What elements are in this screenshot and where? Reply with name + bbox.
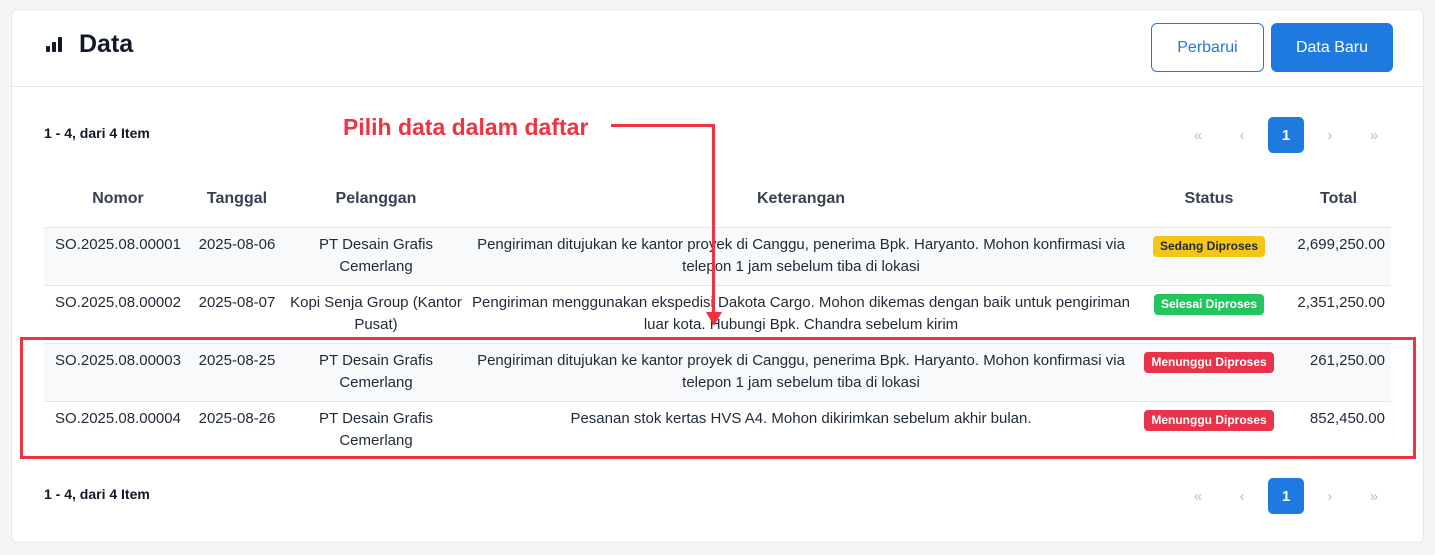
new-data-button[interactable]: Data Baru xyxy=(1271,23,1393,72)
cell-nomor: SO.2025.08.00002 xyxy=(55,293,181,311)
col-total[interactable]: Total xyxy=(1286,171,1391,227)
cell-status: Sedang Diproses xyxy=(1132,227,1286,285)
col-status[interactable]: Status xyxy=(1132,171,1286,227)
col-tanggal[interactable]: Tanggal xyxy=(192,171,282,227)
pagination-bottom: « ‹ 1 › » xyxy=(1180,478,1400,514)
range-text-top: 1 - 4, dari 4 Item xyxy=(44,125,150,141)
col-keterangan[interactable]: Keterangan xyxy=(470,171,1132,227)
cell-total: 2,351,250.00 xyxy=(1297,293,1385,311)
range-text-bottom: 1 - 4, dari 4 Item xyxy=(44,486,150,502)
cell-tanggal: 2025-08-06 xyxy=(198,235,276,253)
page-header: Data Perbarui Data Baru xyxy=(11,9,1424,87)
cell-status: Selesai Diproses xyxy=(1132,285,1286,343)
page-title: Data xyxy=(79,30,134,58)
next-page-button[interactable]: › xyxy=(1312,117,1348,153)
cell-keterangan: Pengiriman ditujukan ke kantor proyek di… xyxy=(477,235,1125,275)
page-1-button[interactable]: 1 xyxy=(1268,117,1304,153)
annotation-highlight-box xyxy=(20,337,1416,459)
prev-page-button[interactable]: ‹ xyxy=(1224,117,1260,153)
last-page-button[interactable]: » xyxy=(1356,117,1392,153)
last-page-button[interactable]: » xyxy=(1356,478,1392,514)
next-page-button[interactable]: › xyxy=(1312,478,1348,514)
col-pelanggan[interactable]: Pelanggan xyxy=(282,171,470,227)
col-nomor[interactable]: Nomor xyxy=(44,171,192,227)
bar-chart-icon xyxy=(45,35,65,55)
status-badge: Sedang Diproses xyxy=(1152,235,1266,257)
table-row[interactable]: SO.2025.08.00001 2025-08-06 PT Desain Gr… xyxy=(44,227,1391,285)
cell-pelanggan: Kopi Senja Group (Kantor Pusat) xyxy=(290,293,462,333)
first-page-button[interactable]: « xyxy=(1180,117,1216,153)
table-header: Nomor Tanggal Pelanggan Keterangan Statu… xyxy=(44,171,1391,227)
status-badge: Selesai Diproses xyxy=(1153,293,1265,315)
prev-page-button[interactable]: ‹ xyxy=(1224,478,1260,514)
annotation-label: Pilih data dalam daftar xyxy=(343,114,589,140)
title-wrap: Data xyxy=(45,30,133,59)
cell-total: 2,699,250.00 xyxy=(1297,235,1385,253)
cell-keterangan: Pengiriman menggunakan ekspedisi Dakota … xyxy=(472,293,1130,333)
annotation-arrow-head xyxy=(706,312,722,326)
annotation-line-horizontal xyxy=(611,124,715,127)
annotation-line-vertical xyxy=(712,124,715,314)
cell-nomor: SO.2025.08.00001 xyxy=(55,235,181,253)
first-page-button[interactable]: « xyxy=(1180,478,1216,514)
cell-tanggal: 2025-08-07 xyxy=(198,293,276,311)
pagination-top: « ‹ 1 › » xyxy=(1180,117,1400,153)
page-1-button[interactable]: 1 xyxy=(1268,478,1304,514)
refresh-button[interactable]: Perbarui xyxy=(1151,23,1264,72)
cell-pelanggan: PT Desain Grafis Cemerlang xyxy=(319,235,433,275)
